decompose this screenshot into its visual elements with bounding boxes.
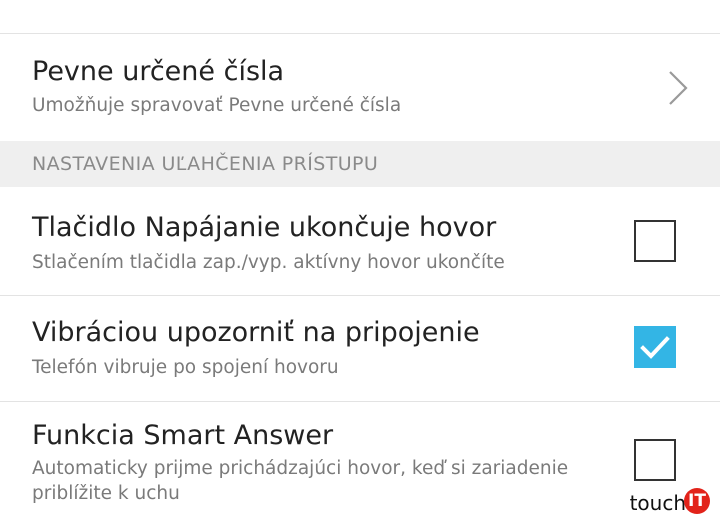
- item-summary: Stlačením tlačidla zap./vyp. aktívny hov…: [32, 252, 505, 273]
- item-summary-line-1: Automaticky prijme prichádzajúci hovor, …: [32, 458, 569, 479]
- section-header-label: NASTAVENIA UĽAHČENIA PRÍSTUPU: [32, 153, 379, 175]
- settings-item-power-button-ends-call[interactable]: Tlačidlo Napájanie ukončuje hovor Stlače…: [0, 188, 720, 295]
- smart-answer-checkbox[interactable]: [634, 439, 676, 481]
- item-title: Tlačidlo Napájanie ukončuje hovor: [32, 212, 497, 243]
- item-title: Funkcia Smart Answer: [32, 420, 334, 451]
- settings-screen: Pevne určené čísla Umožňuje spravovať Pe…: [0, 0, 720, 516]
- settings-item-smart-answer[interactable]: Funkcia Smart Answer Automaticky prijme …: [0, 402, 720, 516]
- power-button-ends-call-checkbox[interactable]: [634, 220, 676, 262]
- section-header-accessibility: NASTAVENIA UĽAHČENIA PRÍSTUPU: [0, 141, 720, 187]
- item-summary-line-2: priblížite k uchu: [32, 483, 180, 504]
- item-title: Vibráciou upozorniť na pripojenie: [32, 317, 480, 348]
- chevron-right-icon: [669, 71, 688, 105]
- watermark-badge-text: IT: [688, 491, 706, 511]
- watermark-text: touch: [629, 491, 686, 515]
- item-summary: Telefón vibruje po spojení hovoru: [32, 357, 339, 378]
- vibrate-on-connect-checkbox[interactable]: [634, 326, 676, 368]
- settings-item-vibrate-on-connect[interactable]: Vibráciou upozorniť na pripojenie Telefó…: [0, 296, 720, 401]
- checkmark-icon: [640, 336, 670, 359]
- watermark-logo: IT: [684, 488, 710, 514]
- item-summary: Umožňuje spravovať Pevne určené čísla: [32, 95, 402, 116]
- settings-item-fixed-dialing[interactable]: Pevne určené čísla Umožňuje spravovať Pe…: [0, 34, 720, 140]
- item-title: Pevne určené čísla: [32, 56, 285, 87]
